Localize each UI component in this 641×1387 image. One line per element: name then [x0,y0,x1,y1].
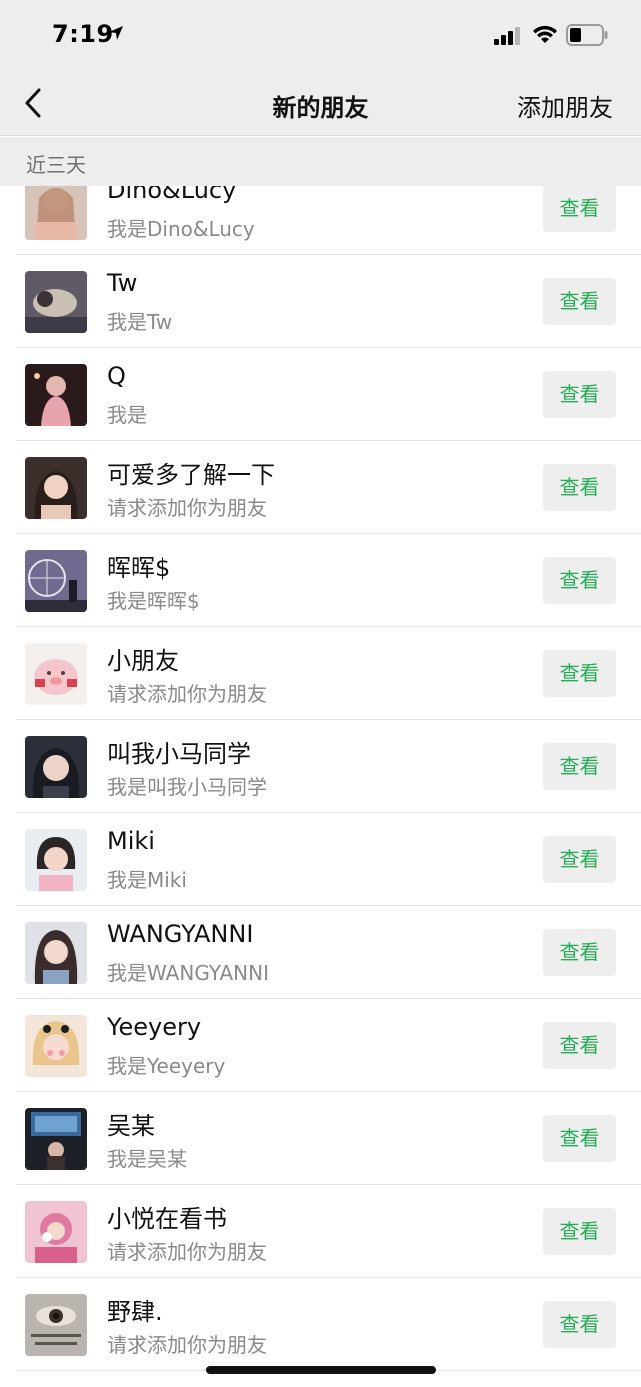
view-button[interactable]: 查看 [543,836,616,883]
view-button[interactable]: 查看 [543,743,616,790]
friend-name: 晖晖$ [107,554,171,582]
battery-icon [566,24,608,46]
add-friend-button[interactable]: 添加朋友 [517,88,613,123]
friend-request-list[interactable]: Dino&Lucy 我是Dino&Lucy 查看 Tw 我是Tw 查看 Q 我是 [0,186,641,1387]
friend-request-row[interactable]: 野肆. 请求添加你为朋友 查看 [0,1278,641,1371]
avatar[interactable] [25,550,87,612]
request-message: 我是Miki [107,868,187,892]
friend-name: Dino&Lucy [107,186,237,204]
view-button[interactable]: 查看 [543,650,616,697]
friend-request-row[interactable]: 小朋友 请求添加你为朋友 查看 [0,627,641,720]
friend-name: 叫我小马同学 [107,740,251,768]
friend-name: 野肆. [107,1298,163,1326]
request-message: 我是WANGYANNI [107,961,269,985]
friend-request-row[interactable]: Tw 我是Tw 查看 [0,255,641,348]
request-message: 我是Yeeyery [107,1054,226,1078]
avatar[interactable] [25,1108,87,1170]
request-message: 请求添加你为朋友 [107,496,267,520]
avatar[interactable] [25,271,87,333]
friend-name: 小悦在看书 [107,1205,227,1233]
cellular-signal-icon [494,27,520,45]
request-message: 我是晖晖$ [107,589,200,613]
friend-request-row[interactable]: Q 我是 查看 [0,348,641,441]
avatar[interactable] [25,186,87,240]
view-button[interactable]: 查看 [543,557,616,604]
friend-name: 可爱多了解一下 [107,461,275,489]
friend-name: Yeeyery [107,1013,202,1041]
view-button[interactable]: 查看 [543,1208,616,1255]
friend-name: WANGYANNI [107,920,254,948]
section-label: 近三天 [26,153,86,177]
view-button[interactable]: 查看 [543,1115,616,1162]
avatar[interactable] [25,457,87,519]
friend-request-row[interactable]: 叫我小马同学 我是叫我小马同学 查看 [0,720,641,813]
friend-request-row[interactable]: WANGYANNI 我是WANGYANNI 查看 [0,906,641,999]
view-button[interactable]: 查看 [543,464,616,511]
avatar[interactable] [25,922,87,984]
location-arrow-icon [109,26,123,40]
avatar[interactable] [25,1201,87,1263]
avatar[interactable] [25,829,87,891]
wifi-icon [533,25,557,43]
view-button[interactable]: 查看 [543,1301,616,1348]
friend-name: Q [107,362,126,390]
friend-name: Miki [107,827,155,855]
friend-name: 小朋友 [107,647,179,675]
friend-request-row[interactable]: 可爱多了解一下 请求添加你为朋友 查看 [0,441,641,534]
friend-request-row[interactable]: 小悦在看书 请求添加你为朋友 查看 [0,1185,641,1278]
view-button[interactable]: 查看 [543,929,616,976]
request-message: 请求添加你为朋友 [107,1240,267,1264]
view-button[interactable]: 查看 [543,1022,616,1069]
request-message: 我是 [107,403,147,427]
request-message: 我是Dino&Lucy [107,217,255,241]
friend-request-row[interactable]: Miki 我是Miki 查看 [0,813,641,906]
request-message: 请求添加你为朋友 [107,682,267,706]
status-bar: 7:19 [0,0,641,70]
avatar[interactable] [25,736,87,798]
avatar[interactable] [25,364,87,426]
new-friends-screen: 7:19 新的朋友 添加朋友 近三天 Dino&Lucy 我是Dino&Lucy… [0,0,641,1387]
request-message: 请求添加你为朋友 [107,1333,267,1357]
friend-request-row[interactable]: Yeeyery 我是Yeeyery 查看 [0,999,641,1092]
navigation-bar: 新的朋友 添加朋友 [0,70,641,136]
view-button[interactable]: 查看 [543,186,616,232]
friend-request-row[interactable]: Dino&Lucy 我是Dino&Lucy 查看 [0,186,641,255]
section-header: 近三天 [0,137,641,186]
friend-request-row[interactable]: 晖晖$ 我是晖晖$ 查看 [0,534,641,627]
view-button[interactable]: 查看 [543,371,616,418]
avatar[interactable] [25,1015,87,1077]
request-message: 我是吴某 [107,1147,187,1171]
status-time: 7:19 [52,20,114,48]
friend-name: 吴某 [107,1112,155,1140]
request-message: 我是Tw [107,310,173,334]
avatar[interactable] [25,643,87,705]
avatar[interactable] [25,1294,87,1356]
request-message: 我是叫我小马同学 [107,775,267,799]
friend-name: Tw [107,269,138,297]
home-indicator [206,1366,436,1374]
view-button[interactable]: 查看 [543,278,616,325]
friend-request-row[interactable]: 吴某 我是吴某 查看 [0,1092,641,1185]
